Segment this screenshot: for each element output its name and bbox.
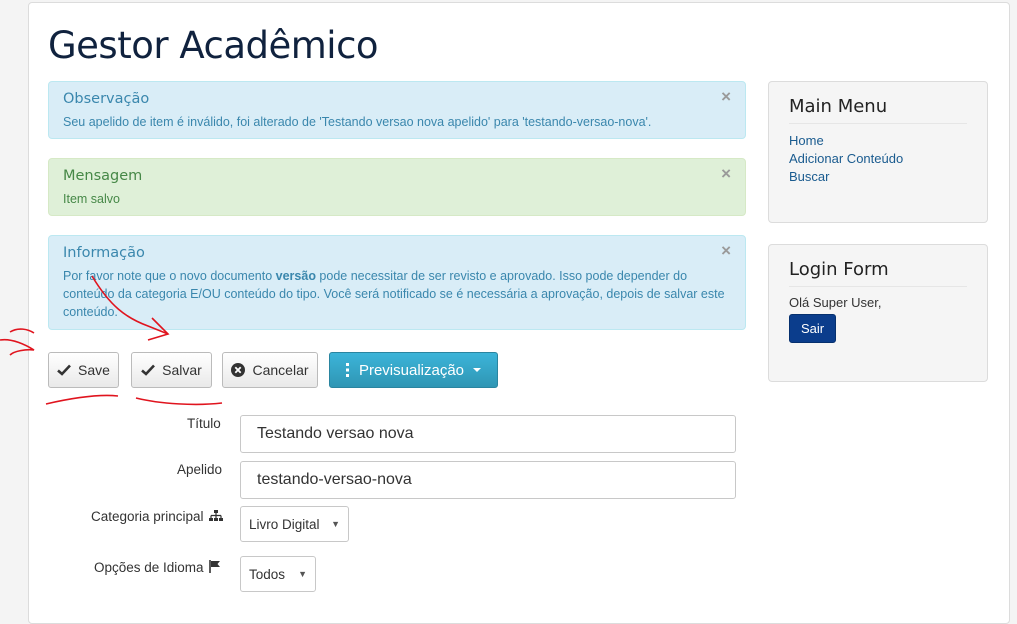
chevron-down-icon: ▼ [331,519,340,529]
language-select-value: Todos [249,566,286,582]
close-icon[interactable]: × [721,165,731,183]
preview-button-label: Previsualização [358,361,465,379]
main-menu-title: Main Menu [789,96,967,124]
menu-item-home[interactable]: Home [789,132,967,150]
alert-heading: Mensagem [63,168,143,184]
category-label: Categoria principal [91,509,224,525]
category-select[interactable]: Livro Digital ▼ [240,506,349,542]
alert-body: Item salvo [63,192,120,206]
logout-button[interactable]: Sair [789,314,837,343]
alert-heading: Informação [63,245,145,261]
category-select-value: Livro Digital [249,516,320,532]
title-label: Título [187,416,221,431]
alias-label: Apelido [177,462,223,477]
alert-mensagem: Mensagem Item salvo × [48,158,746,216]
close-icon[interactable]: × [721,88,731,106]
cancel-button-label: Cancelar [252,362,309,378]
alert-informacao: Informação Por favor note que o novo doc… [48,235,746,330]
title-input[interactable]: Testando versao nova [240,415,736,453]
login-form-module: Login Form Olá Super User, Sair [768,244,988,382]
preview-dropdown-button[interactable]: Previsualização [329,352,498,388]
sitemap-icon [209,509,224,525]
vertical-ellipsis-icon [345,363,350,377]
caret-down-icon [473,367,482,373]
menu-item-adicionar-conteudo[interactable]: Adicionar Conteúdo [789,150,967,168]
check-icon [57,364,71,376]
check-icon [141,364,156,376]
login-greeting: Olá Super User, [789,295,882,310]
times-circle-icon [231,363,246,377]
salvar-button[interactable]: Salvar [131,352,212,388]
chevron-down-icon: ▼ [298,569,307,579]
alert-body: Seu apelido de item é inválido, foi alte… [63,115,652,129]
site-title: Gestor Acadêmico [48,24,379,67]
menu-item-buscar[interactable]: Buscar [789,168,967,186]
flag-icon [209,560,221,576]
alias-input[interactable]: testando-versao-nova [240,461,736,499]
category-label-text: Categoria principal [91,509,204,524]
save-button[interactable]: Save [48,352,119,388]
alert-heading: Observação [63,91,150,107]
cancel-button[interactable]: Cancelar [222,352,318,388]
alert-body-start: Por favor note que o novo documento [63,269,276,283]
main-menu-list: Home Adicionar Conteúdo Buscar [789,132,967,186]
close-icon[interactable]: × [721,242,731,260]
alert-body: Por favor note que o novo documento vers… [63,267,731,321]
login-form-title: Login Form [789,259,967,287]
salvar-button-label: Salvar [162,362,202,378]
main-menu-module: Main Menu Home Adicionar Conteúdo Buscar [768,81,988,223]
language-label: Opções de Idioma [94,560,221,576]
save-button-label: Save [78,362,110,378]
language-select[interactable]: Todos ▼ [240,556,316,592]
language-label-text: Opções de Idioma [94,560,204,575]
alert-body-bold: versão [275,269,316,283]
alert-observacao: Observação Seu apelido de item é inválid… [48,81,746,139]
